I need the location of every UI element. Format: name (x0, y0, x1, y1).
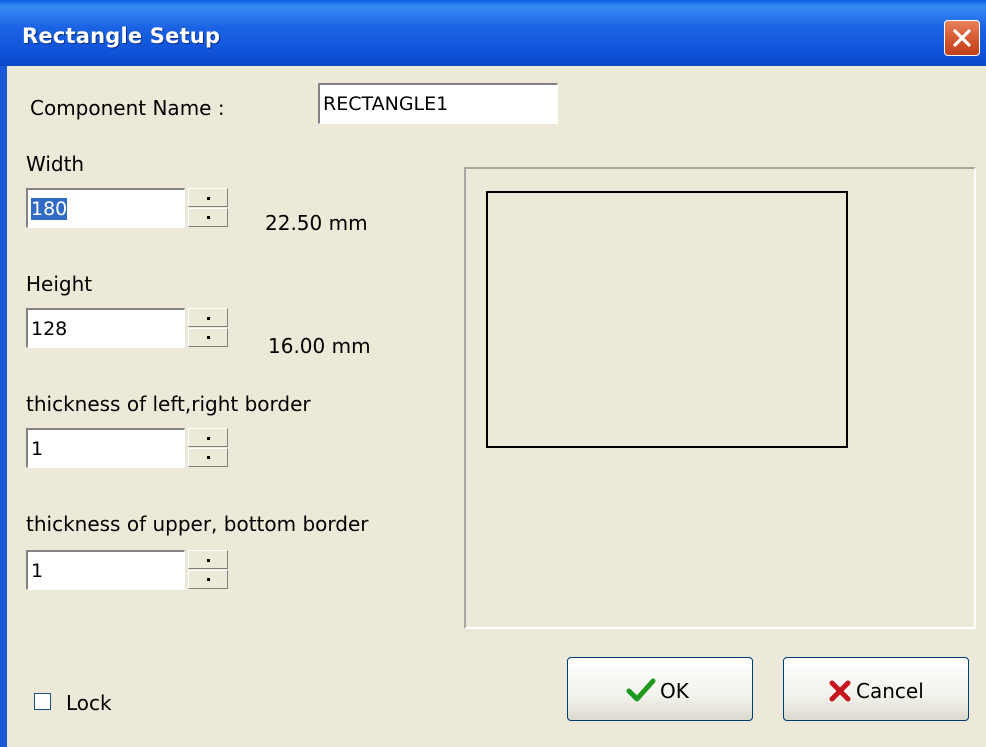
width-value: 180 (31, 198, 68, 220)
arrow-down-icon (207, 216, 210, 219)
lr-border-spin-up[interactable] (188, 428, 228, 447)
arrow-up-icon (207, 437, 210, 440)
height-spinner[interactable] (188, 308, 228, 348)
x-icon (829, 680, 851, 702)
lr-border-spin-down[interactable] (188, 448, 228, 467)
width-input[interactable]: 180 (26, 188, 185, 228)
width-spin-up[interactable] (188, 188, 228, 207)
width-spinner[interactable] (188, 188, 228, 228)
cancel-button[interactable]: Cancel (783, 657, 969, 721)
ub-border-spin-up[interactable] (188, 550, 228, 569)
ub-border-spinner[interactable] (188, 550, 228, 590)
checkmark-icon (626, 678, 656, 702)
arrow-up-icon (207, 197, 210, 200)
rectangle-setup-dialog: Rectangle Setup Component Name : Width 1… (0, 0, 986, 747)
height-label: Height (26, 272, 93, 296)
arrow-down-icon (207, 336, 210, 339)
lock-checkbox[interactable] (34, 693, 51, 710)
arrow-up-icon (207, 317, 210, 320)
ok-button[interactable]: OK (567, 657, 753, 721)
component-name-label: Component Name : (30, 96, 225, 120)
height-input[interactable]: 128 (26, 308, 185, 348)
lr-border-label: thickness of left,right border (26, 392, 311, 416)
width-label: Width (26, 152, 85, 176)
width-spin-down[interactable] (188, 208, 228, 227)
height-value: 128 (31, 318, 68, 340)
ub-border-spin-down[interactable] (188, 570, 228, 589)
cancel-label: Cancel (856, 679, 924, 703)
height-spin-up[interactable] (188, 308, 228, 327)
lock-label: Lock (66, 691, 112, 715)
ub-border-input[interactable]: 1 (26, 550, 185, 590)
arrow-down-icon (207, 456, 210, 459)
ok-label: OK (660, 679, 689, 703)
preview-rectangle (486, 191, 848, 448)
lr-border-value: 1 (31, 438, 44, 460)
close-button[interactable] (944, 20, 980, 56)
arrow-up-icon (207, 559, 210, 562)
lr-border-spinner[interactable] (188, 428, 228, 468)
ub-border-label: thickness of upper, bottom border (26, 512, 369, 536)
arrow-down-icon (207, 578, 210, 581)
window-frame (0, 66, 7, 747)
height-spin-down[interactable] (188, 328, 228, 347)
lr-border-input[interactable]: 1 (26, 428, 185, 468)
close-icon (953, 29, 971, 47)
ub-border-value: 1 (31, 560, 44, 582)
component-name-input[interactable] (318, 83, 558, 124)
title-bar: Rectangle Setup (0, 0, 986, 66)
window-title: Rectangle Setup (22, 24, 221, 48)
height-mm-label: 16.00 mm (268, 334, 371, 358)
width-mm-label: 22.50 mm (265, 211, 368, 235)
